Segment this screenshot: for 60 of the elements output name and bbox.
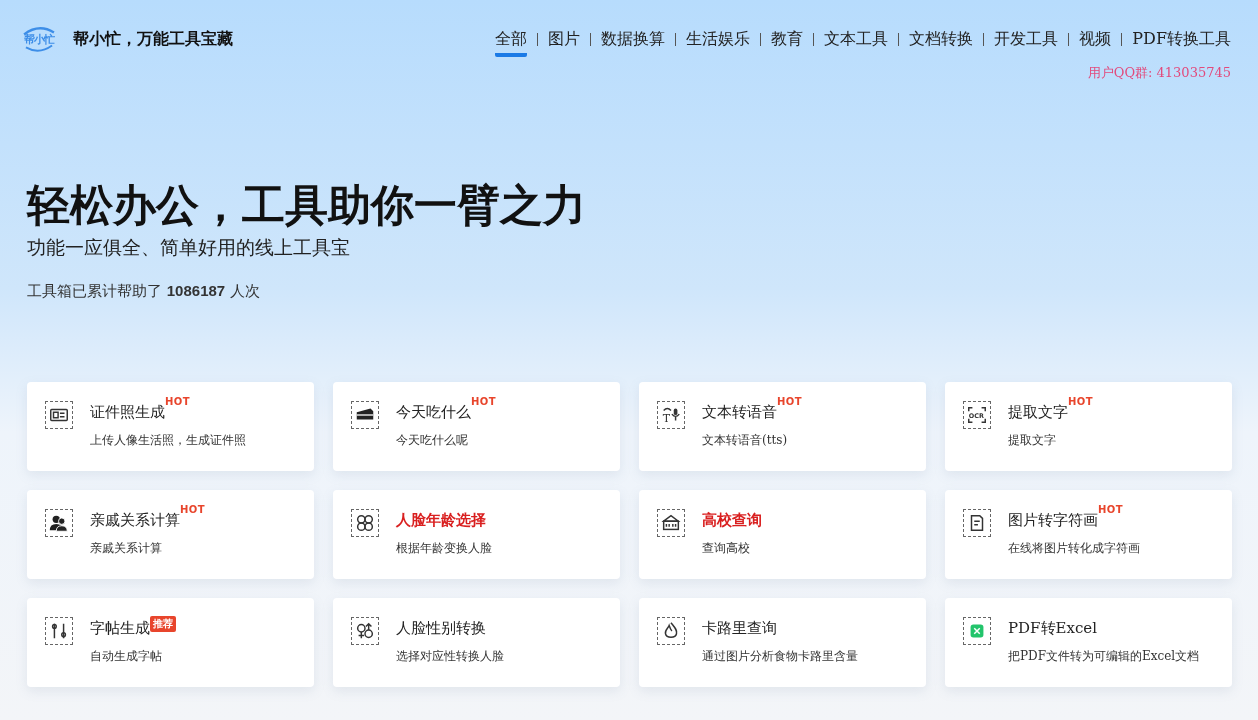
tool-description: 自动生成字帖: [90, 648, 163, 665]
tool-title: 字帖生成: [90, 618, 150, 639]
hot-label: HOT: [180, 504, 206, 515]
tool-description: 通过图片分析食物卡路里含量: [702, 648, 858, 665]
tool-description: 查询高校: [702, 540, 751, 557]
tool-card[interactable]: 人脸年龄选择 根据年龄变换人脸: [333, 490, 620, 579]
tool-description: 根据年龄变换人脸: [396, 540, 492, 557]
tool-card[interactable]: 高校查询 查询高校: [639, 490, 926, 579]
tool-description: 把PDF文件转为可编辑的Excel文档: [1008, 648, 1200, 665]
nav-tab[interactable]: 文档转换: [909, 28, 974, 57]
hot-label: HOT: [1068, 396, 1094, 407]
people-icon: [45, 509, 73, 537]
tool-title: 文本转语音: [702, 402, 777, 423]
hot-label: HOT: [1098, 504, 1124, 515]
tool-title: 亲戚关系计算: [90, 511, 180, 531]
tool-card[interactable]: 人脸性别转换 选择对应性转换人脸: [333, 598, 620, 687]
tool-title: 卡路里查询: [702, 618, 777, 639]
recommend-badge: 推荐: [150, 616, 176, 632]
hot-label: HOT: [471, 396, 497, 407]
document-icon: [963, 509, 991, 537]
tool-description: 在线将图片转化成字符画: [1008, 540, 1140, 557]
text-to-speech-icon: T: [657, 401, 685, 429]
nav-tab[interactable]: PDF转换工具: [1132, 28, 1231, 57]
tool-description: 亲戚关系计算: [90, 540, 163, 557]
tool-title: 人脸年龄选择: [396, 510, 486, 531]
tool-title: PDF转Excel: [1008, 618, 1097, 639]
tool-card[interactable]: 卡路里查询 通过图片分析食物卡路里含量: [639, 598, 926, 687]
pdf-excel-icon: [963, 617, 991, 645]
tool-title: 证件照生成: [90, 402, 165, 423]
school-building-icon: [657, 509, 685, 537]
tool-description: 选择对应性转换人脸: [396, 648, 504, 665]
tool-title: 图片转字符画: [1008, 511, 1098, 531]
nav-tab[interactable]: 开发工具: [994, 28, 1059, 57]
nav-tab[interactable]: 数据换算: [601, 28, 666, 57]
nav-tab[interactable]: 图片: [548, 28, 581, 57]
tool-description: 今天吃什么呢: [396, 432, 469, 449]
gender-icon: [351, 617, 379, 645]
hot-label: HOT: [165, 396, 191, 407]
tool-title: 高校查询: [702, 510, 762, 531]
tool-title: 今天吃什么: [396, 402, 471, 423]
usage-count-text: 工具箱已累计帮助了 1086187 人次: [27, 281, 261, 301]
hero-subtitle: 功能一应俱全、简单好用的线上工具宝: [27, 235, 351, 260]
hero-title: 轻松办公，工具助你一臂之力: [27, 179, 587, 232]
nav-tab[interactable]: 文本工具: [824, 28, 889, 57]
hot-label: HOT: [777, 396, 803, 407]
site-title: 帮小忙，万能工具宝藏: [73, 28, 233, 50]
nav-tab[interactable]: 生活娱乐: [686, 28, 751, 57]
tool-description: 文本转语音(tts): [702, 432, 789, 449]
tool-description: 提取文字: [1008, 432, 1057, 449]
tool-description: 上传人像生活照，生成证件照: [90, 432, 246, 449]
nav-tab[interactable]: 视频: [1079, 28, 1112, 57]
cake-icon: [351, 401, 379, 429]
tool-title: 提取文字: [1008, 402, 1068, 423]
nav-tab[interactable]: 全部: [495, 28, 528, 57]
qq-group-text: 用户QQ群: 413035745: [1087, 64, 1231, 82]
tool-title: 人脸性别转换: [396, 618, 486, 639]
flame-icon: [657, 617, 685, 645]
tool-card[interactable]: PDF转Excel 把PDF文件转为可编辑的Excel文档: [945, 598, 1232, 687]
id-card-icon: [45, 401, 73, 429]
nav-tab[interactable]: 教育: [771, 28, 804, 57]
